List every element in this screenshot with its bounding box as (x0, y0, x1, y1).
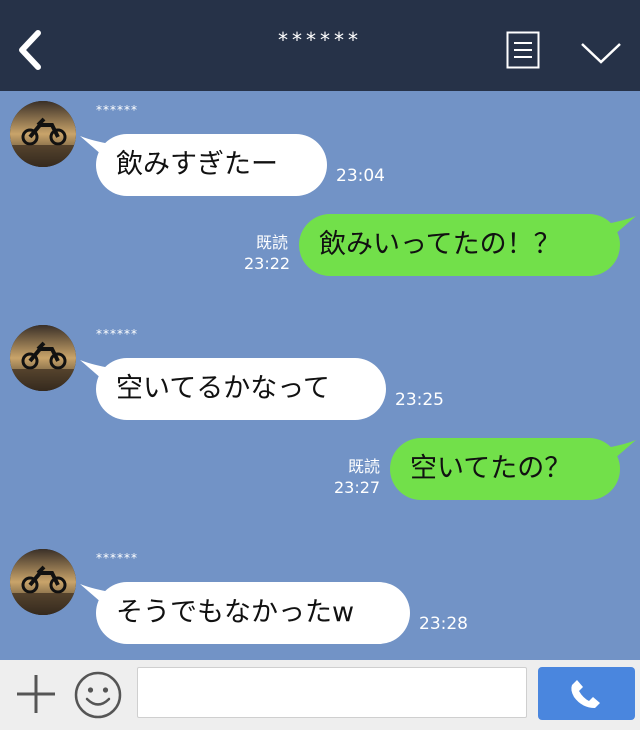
notes-icon[interactable] (506, 31, 540, 69)
sender-name: ****** (96, 551, 138, 565)
message-text: 飲みすぎたー (116, 149, 278, 180)
message-bubble[interactable]: そうでもなかったw (80, 582, 410, 644)
message-time: 23:25 (395, 390, 444, 410)
read-receipt: 既読 23:27 (334, 456, 380, 498)
message-time: 23:28 (419, 614, 468, 634)
message-input[interactable] (137, 667, 527, 718)
message-time: 23:22 (244, 254, 291, 273)
message-text: 空いてたの？ (410, 453, 572, 484)
sender-name: ****** (96, 327, 138, 341)
read-label: 既読 (347, 457, 380, 476)
message-bubble[interactable]: 飲みすぎたー (80, 134, 327, 196)
avatar[interactable] (10, 549, 76, 615)
message-bubble[interactable]: 空いてるかなって (80, 358, 386, 420)
message-text: 空いてるかなって (116, 373, 330, 404)
motorcycle-avatar-icon (10, 101, 76, 167)
bubble-tail (80, 360, 110, 386)
chat-title: ****** (278, 28, 362, 52)
phone-icon (571, 680, 600, 708)
message-time: 23:27 (334, 478, 381, 497)
message-bubble[interactable]: 空いてたの？ (390, 438, 636, 500)
motorcycle-avatar-icon (10, 325, 76, 391)
avatar[interactable] (10, 101, 76, 167)
bubble-tail (606, 216, 636, 242)
read-receipt: 既読 23:22 (244, 232, 291, 274)
read-label: 既読 (255, 233, 288, 252)
plus-icon[interactable] (14, 672, 58, 716)
avatar[interactable] (10, 325, 76, 391)
chevron-down-icon[interactable] (579, 40, 623, 66)
message-time: 23:04 (336, 166, 385, 186)
message-text: 飲みいってたの！？ (319, 229, 561, 260)
bubble-tail (80, 584, 110, 610)
message-text: そうでもなかったw (116, 597, 355, 628)
bubble-tail (80, 136, 110, 162)
bubble-tail (606, 440, 636, 466)
call-button[interactable] (538, 667, 635, 720)
message-list[interactable]: ****** 飲みすぎたー 23:04 既読 23:22 飲みいってたの！？ *… (0, 91, 640, 660)
smiley-icon[interactable] (73, 670, 123, 720)
message-bubble[interactable]: 飲みいってたの！？ (299, 214, 636, 276)
sender-name: ****** (96, 103, 138, 117)
chat-header: ****** (0, 0, 640, 91)
motorcycle-avatar-icon (10, 549, 76, 615)
